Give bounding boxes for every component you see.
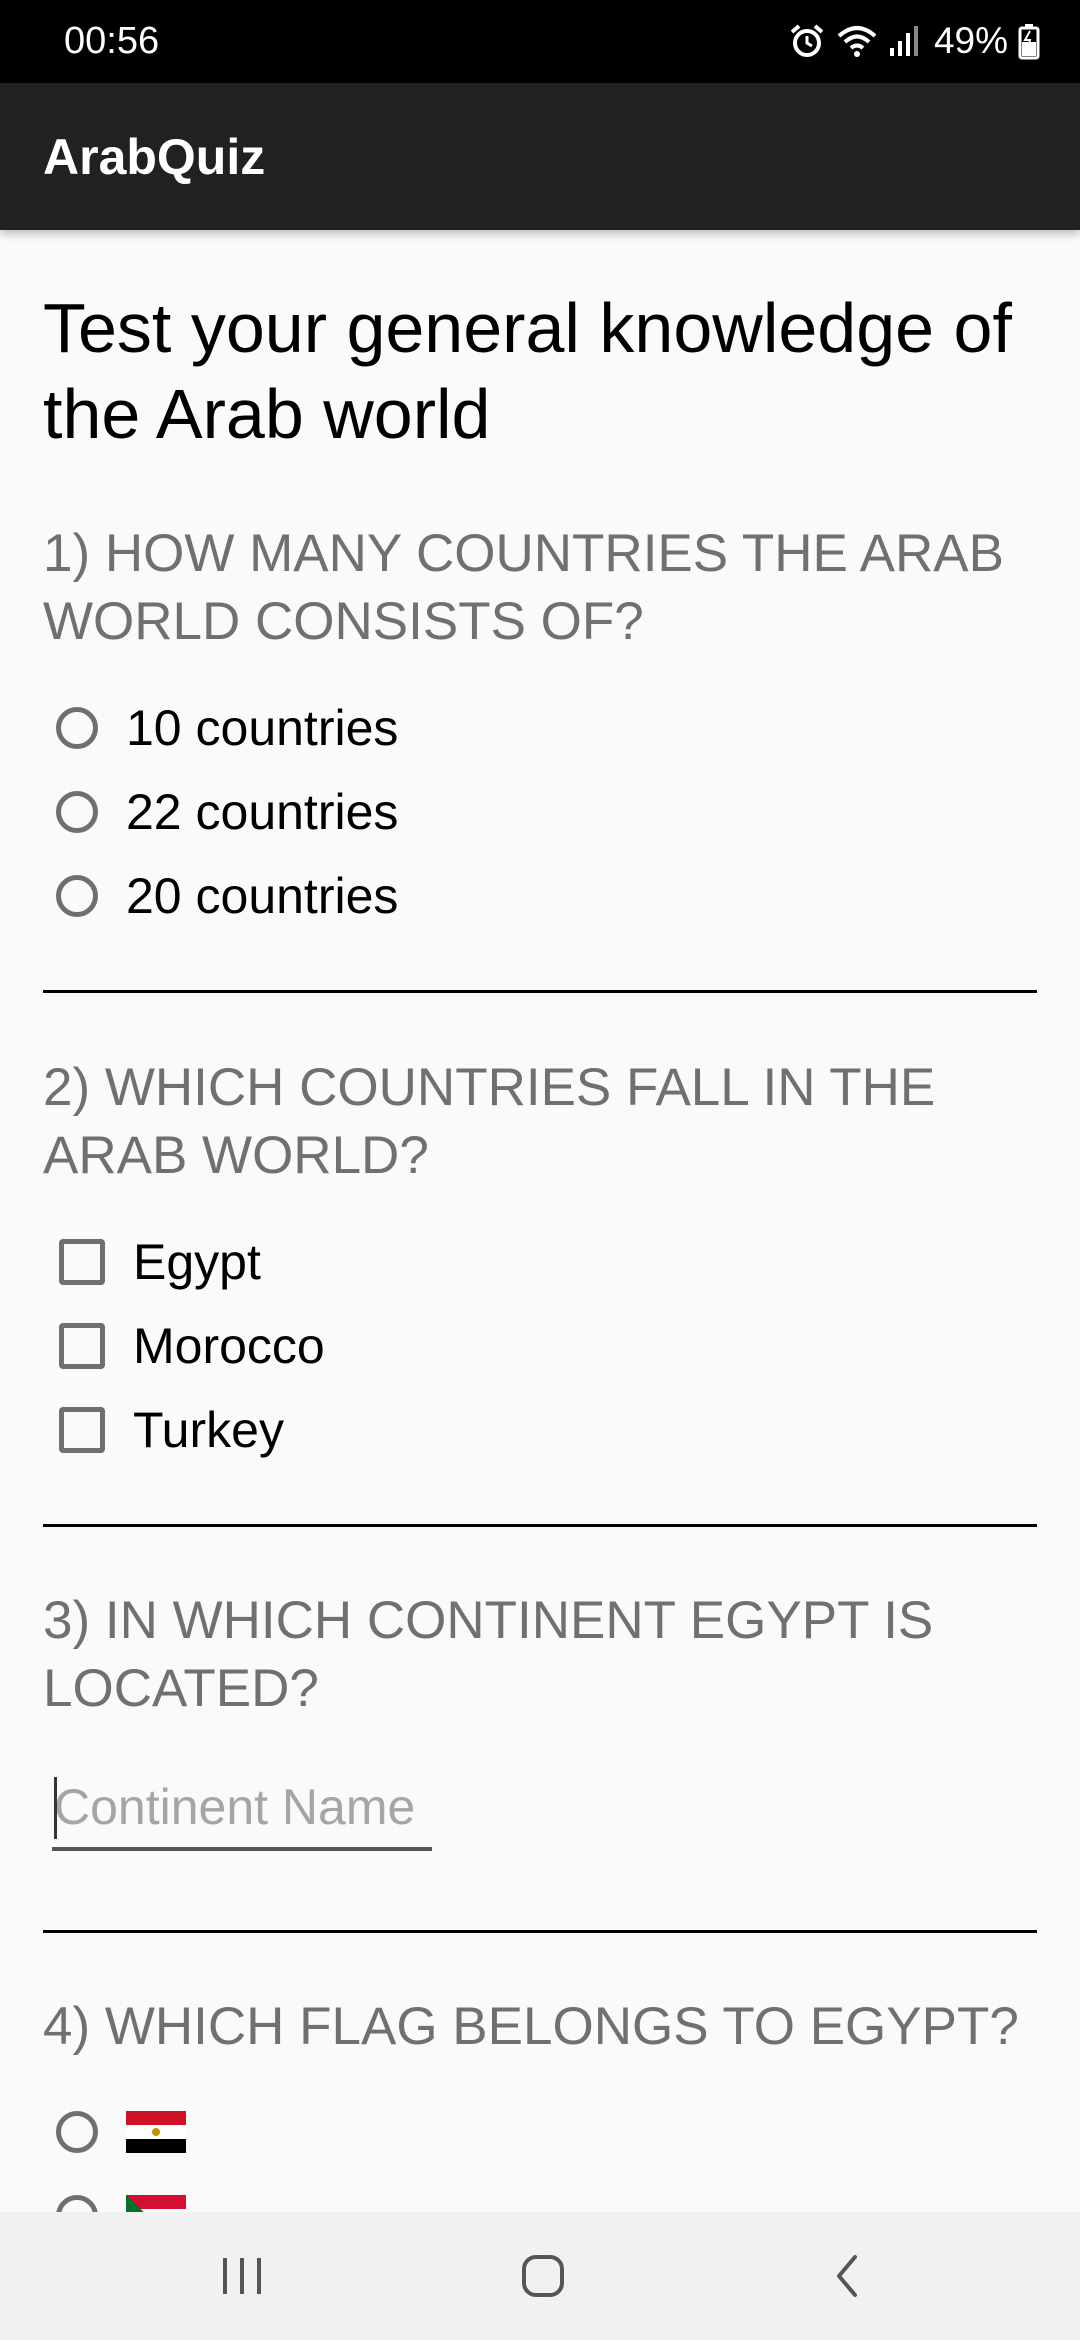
question-2: 2) WHICH COUNTRIES FALL IN THE ARAB WORL… bbox=[43, 1058, 936, 1185]
radio-button[interactable] bbox=[56, 707, 98, 749]
q4-option-2[interactable] bbox=[56, 2181, 186, 2212]
recent-apps-icon bbox=[223, 2258, 261, 2294]
question-1: 1) HOW MANY COUNTRIES THE ARAB WORLD CON… bbox=[43, 524, 1005, 651]
continent-name-input[interactable] bbox=[52, 1767, 432, 1851]
app-title: ArabQuiz bbox=[43, 129, 266, 185]
page-title: Test your general knowledge of the Arab … bbox=[43, 289, 1012, 453]
divider bbox=[43, 1524, 1037, 1527]
status-icons: 49% bbox=[788, 18, 1040, 64]
checkbox[interactable] bbox=[59, 1239, 105, 1285]
status-time: 00:56 bbox=[64, 20, 160, 62]
home-icon bbox=[522, 2255, 564, 2297]
divider bbox=[43, 990, 1037, 993]
quiz-content[interactable]: Test your general knowledge of the Arab … bbox=[0, 230, 1080, 2212]
continent-input-wrap bbox=[52, 1767, 432, 1862]
recent-apps-button[interactable] bbox=[202, 2246, 282, 2306]
radio-button[interactable] bbox=[56, 791, 98, 833]
navigation-bar bbox=[0, 2212, 1080, 2340]
q1-option-3-label: 20 countries bbox=[126, 868, 399, 924]
signal-icon bbox=[889, 26, 918, 56]
back-button[interactable] bbox=[806, 2246, 886, 2306]
q1-option-2-label: 22 countries bbox=[126, 784, 399, 840]
home-button[interactable] bbox=[503, 2246, 583, 2306]
back-icon bbox=[837, 2255, 857, 2297]
battery-icon bbox=[1018, 24, 1040, 60]
q2-option-1[interactable]: Egypt bbox=[56, 1227, 261, 1297]
sudan-flag-icon bbox=[126, 2195, 186, 2212]
q1-option-1-label: 10 countries bbox=[126, 700, 399, 756]
q1-option-2[interactable]: 22 countries bbox=[56, 777, 398, 847]
alarm-icon bbox=[790, 24, 824, 57]
q4-option-1[interactable] bbox=[56, 2097, 186, 2167]
egypt-flag-icon bbox=[126, 2111, 186, 2153]
wifi-icon bbox=[837, 26, 877, 57]
divider bbox=[43, 1930, 1037, 1933]
text-cursor bbox=[54, 1777, 57, 1839]
radio-button[interactable] bbox=[56, 2195, 98, 2212]
battery-percentage: 49% bbox=[933, 20, 1008, 61]
checkbox[interactable] bbox=[59, 1323, 105, 1369]
question-3: 3) IN WHICH CONTINENT EGYPT IS LOCATED? bbox=[43, 1591, 934, 1718]
app-bar: ArabQuiz bbox=[0, 83, 1080, 230]
question-4: 4) WHICH FLAG BELONGS TO EGYPT? bbox=[43, 1997, 1019, 2056]
radio-button[interactable] bbox=[56, 2111, 98, 2153]
q1-option-1[interactable]: 10 countries bbox=[56, 693, 398, 763]
q2-option-3-label: Turkey bbox=[133, 1402, 284, 1458]
radio-button[interactable] bbox=[56, 875, 98, 917]
checkbox[interactable] bbox=[59, 1407, 105, 1453]
status-bar: 00:56 49% bbox=[0, 0, 1080, 83]
q2-option-2[interactable]: Morocco bbox=[56, 1311, 325, 1381]
q1-option-3[interactable]: 20 countries bbox=[56, 861, 398, 931]
q2-option-2-label: Morocco bbox=[133, 1318, 325, 1374]
q2-option-1-label: Egypt bbox=[133, 1234, 261, 1290]
q2-option-3[interactable]: Turkey bbox=[56, 1395, 284, 1465]
